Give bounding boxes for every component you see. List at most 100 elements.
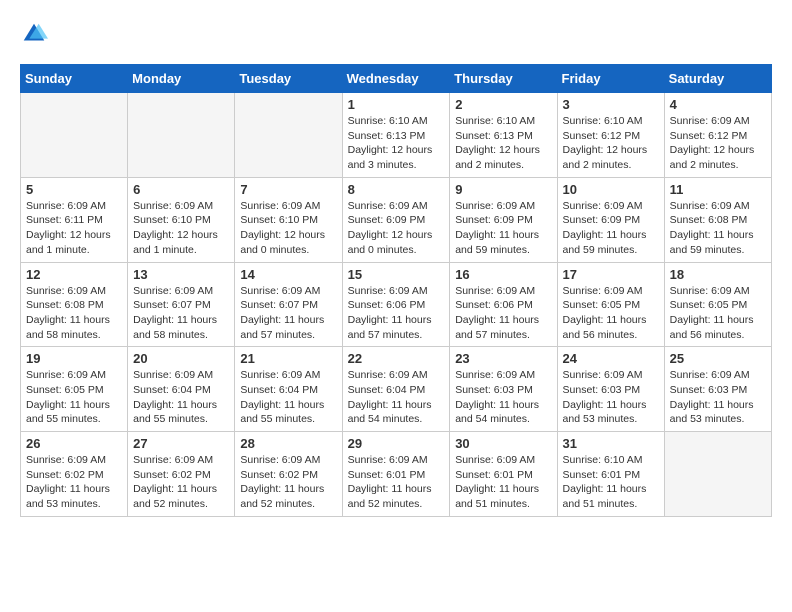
day-info: Sunrise: 6:10 AM Sunset: 6:13 PM Dayligh… — [455, 114, 551, 173]
weekday-header-sunday: Sunday — [21, 65, 128, 93]
calendar-week-5: 26 Sunrise: 6:09 AM Sunset: 6:02 PM Dayli… — [21, 432, 772, 517]
calendar-cell: 19 Sunrise: 6:09 AM Sunset: 6:05 PM Dayli… — [21, 347, 128, 432]
calendar-cell: 27 Sunrise: 6:09 AM Sunset: 6:02 PM Dayli… — [128, 432, 235, 517]
calendar-cell: 24 Sunrise: 6:09 AM Sunset: 6:03 PM Dayli… — [557, 347, 664, 432]
day-number: 22 — [348, 351, 445, 366]
day-number: 13 — [133, 267, 229, 282]
page-header — [20, 20, 772, 48]
calendar-cell: 30 Sunrise: 6:09 AM Sunset: 6:01 PM Dayli… — [450, 432, 557, 517]
weekday-header-friday: Friday — [557, 65, 664, 93]
day-info: Sunrise: 6:10 AM Sunset: 6:01 PM Dayligh… — [563, 453, 659, 512]
day-number: 4 — [670, 97, 766, 112]
day-number: 10 — [563, 182, 659, 197]
weekday-header-wednesday: Wednesday — [342, 65, 450, 93]
calendar-cell: 21 Sunrise: 6:09 AM Sunset: 6:04 PM Dayli… — [235, 347, 342, 432]
calendar-cell — [128, 93, 235, 178]
day-number: 5 — [26, 182, 122, 197]
day-info: Sunrise: 6:09 AM Sunset: 6:02 PM Dayligh… — [26, 453, 122, 512]
logo — [20, 20, 52, 48]
day-info: Sunrise: 6:09 AM Sunset: 6:08 PM Dayligh… — [670, 199, 766, 258]
day-info: Sunrise: 6:09 AM Sunset: 6:01 PM Dayligh… — [455, 453, 551, 512]
calendar-cell: 29 Sunrise: 6:09 AM Sunset: 6:01 PM Dayli… — [342, 432, 450, 517]
calendar-cell: 22 Sunrise: 6:09 AM Sunset: 6:04 PM Dayli… — [342, 347, 450, 432]
day-number: 26 — [26, 436, 122, 451]
calendar-week-1: 1Sunrise: 6:10 AM Sunset: 6:13 PM Daylig… — [21, 93, 772, 178]
day-number: 8 — [348, 182, 445, 197]
day-number: 9 — [455, 182, 551, 197]
calendar-cell: 8 Sunrise: 6:09 AM Sunset: 6:09 PM Daylig… — [342, 177, 450, 262]
day-number: 23 — [455, 351, 551, 366]
calendar-cell — [664, 432, 771, 517]
calendar-week-3: 12Sunrise: 6:09 AM Sunset: 6:08 PM Dayli… — [21, 262, 772, 347]
day-info: Sunrise: 6:09 AM Sunset: 6:01 PM Dayligh… — [348, 453, 445, 512]
day-number: 14 — [240, 267, 336, 282]
day-info: Sunrise: 6:09 AM Sunset: 6:06 PM Dayligh… — [455, 284, 551, 343]
day-number: 29 — [348, 436, 445, 451]
day-info: Sunrise: 6:09 AM Sunset: 6:03 PM Dayligh… — [563, 368, 659, 427]
day-info: Sunrise: 6:10 AM Sunset: 6:12 PM Dayligh… — [563, 114, 659, 173]
day-number: 3 — [563, 97, 659, 112]
calendar-cell: 18Sunrise: 6:09 AM Sunset: 6:05 PM Dayli… — [664, 262, 771, 347]
calendar-cell: 7Sunrise: 6:09 AM Sunset: 6:10 PM Daylig… — [235, 177, 342, 262]
weekday-header-thursday: Thursday — [450, 65, 557, 93]
calendar-cell — [21, 93, 128, 178]
weekday-header-tuesday: Tuesday — [235, 65, 342, 93]
day-info: Sunrise: 6:09 AM Sunset: 6:08 PM Dayligh… — [26, 284, 122, 343]
day-number: 30 — [455, 436, 551, 451]
calendar-cell: 20Sunrise: 6:09 AM Sunset: 6:04 PM Dayli… — [128, 347, 235, 432]
day-info: Sunrise: 6:10 AM Sunset: 6:13 PM Dayligh… — [348, 114, 445, 173]
weekday-header-monday: Monday — [128, 65, 235, 93]
day-number: 24 — [563, 351, 659, 366]
day-info: Sunrise: 6:09 AM Sunset: 6:09 PM Dayligh… — [563, 199, 659, 258]
day-number: 25 — [670, 351, 766, 366]
day-info: Sunrise: 6:09 AM Sunset: 6:04 PM Dayligh… — [348, 368, 445, 427]
calendar-cell: 28 Sunrise: 6:09 AM Sunset: 6:02 PM Dayli… — [235, 432, 342, 517]
day-number: 20 — [133, 351, 229, 366]
day-number: 2 — [455, 97, 551, 112]
day-number: 18 — [670, 267, 766, 282]
day-info: Sunrise: 6:09 AM Sunset: 6:05 PM Dayligh… — [26, 368, 122, 427]
calendar-week-4: 19 Sunrise: 6:09 AM Sunset: 6:05 PM Dayli… — [21, 347, 772, 432]
day-info: Sunrise: 6:09 AM Sunset: 6:04 PM Dayligh… — [240, 368, 336, 427]
day-number: 11 — [670, 182, 766, 197]
day-number: 17 — [563, 267, 659, 282]
day-info: Sunrise: 6:09 AM Sunset: 6:03 PM Dayligh… — [670, 368, 766, 427]
day-info: Sunrise: 6:09 AM Sunset: 6:07 PM Dayligh… — [240, 284, 336, 343]
day-number: 19 — [26, 351, 122, 366]
calendar-cell: 31 Sunrise: 6:10 AM Sunset: 6:01 PM Dayli… — [557, 432, 664, 517]
day-info: Sunrise: 6:09 AM Sunset: 6:09 PM Dayligh… — [455, 199, 551, 258]
calendar-cell: 17Sunrise: 6:09 AM Sunset: 6:05 PM Dayli… — [557, 262, 664, 347]
day-number: 31 — [563, 436, 659, 451]
calendar-table: SundayMondayTuesdayWednesdayThursdayFrid… — [20, 64, 772, 517]
calendar-cell: 12Sunrise: 6:09 AM Sunset: 6:08 PM Dayli… — [21, 262, 128, 347]
day-number: 21 — [240, 351, 336, 366]
day-info: Sunrise: 6:09 AM Sunset: 6:10 PM Dayligh… — [133, 199, 229, 258]
calendar-cell: 1Sunrise: 6:10 AM Sunset: 6:13 PM Daylig… — [342, 93, 450, 178]
day-number: 16 — [455, 267, 551, 282]
day-info: Sunrise: 6:09 AM Sunset: 6:11 PM Dayligh… — [26, 199, 122, 258]
day-number: 15 — [348, 267, 445, 282]
day-info: Sunrise: 6:09 AM Sunset: 6:03 PM Dayligh… — [455, 368, 551, 427]
calendar-cell: 26 Sunrise: 6:09 AM Sunset: 6:02 PM Dayli… — [21, 432, 128, 517]
calendar-cell: 5 Sunrise: 6:09 AM Sunset: 6:11 PM Daylig… — [21, 177, 128, 262]
day-info: Sunrise: 6:09 AM Sunset: 6:02 PM Dayligh… — [240, 453, 336, 512]
calendar-cell: 9 Sunrise: 6:09 AM Sunset: 6:09 PM Daylig… — [450, 177, 557, 262]
weekday-header-row: SundayMondayTuesdayWednesdayThursdayFrid… — [21, 65, 772, 93]
logo-icon — [20, 20, 48, 48]
calendar-cell: 10 Sunrise: 6:09 AM Sunset: 6:09 PM Dayli… — [557, 177, 664, 262]
calendar-cell: 2 Sunrise: 6:10 AM Sunset: 6:13 PM Daylig… — [450, 93, 557, 178]
day-info: Sunrise: 6:09 AM Sunset: 6:06 PM Dayligh… — [348, 284, 445, 343]
day-info: Sunrise: 6:09 AM Sunset: 6:07 PM Dayligh… — [133, 284, 229, 343]
calendar-cell: 13 Sunrise: 6:09 AM Sunset: 6:07 PM Dayli… — [128, 262, 235, 347]
calendar-cell: 4 Sunrise: 6:09 AM Sunset: 6:12 PM Daylig… — [664, 93, 771, 178]
day-info: Sunrise: 6:09 AM Sunset: 6:02 PM Dayligh… — [133, 453, 229, 512]
calendar-cell: 3 Sunrise: 6:10 AM Sunset: 6:12 PM Daylig… — [557, 93, 664, 178]
day-info: Sunrise: 6:09 AM Sunset: 6:12 PM Dayligh… — [670, 114, 766, 173]
day-info: Sunrise: 6:09 AM Sunset: 6:09 PM Dayligh… — [348, 199, 445, 258]
calendar-cell: 25 Sunrise: 6:09 AM Sunset: 6:03 PM Dayli… — [664, 347, 771, 432]
day-number: 28 — [240, 436, 336, 451]
calendar-cell — [235, 93, 342, 178]
calendar-cell: 11 Sunrise: 6:09 AM Sunset: 6:08 PM Dayli… — [664, 177, 771, 262]
day-number: 27 — [133, 436, 229, 451]
calendar-week-2: 5 Sunrise: 6:09 AM Sunset: 6:11 PM Daylig… — [21, 177, 772, 262]
